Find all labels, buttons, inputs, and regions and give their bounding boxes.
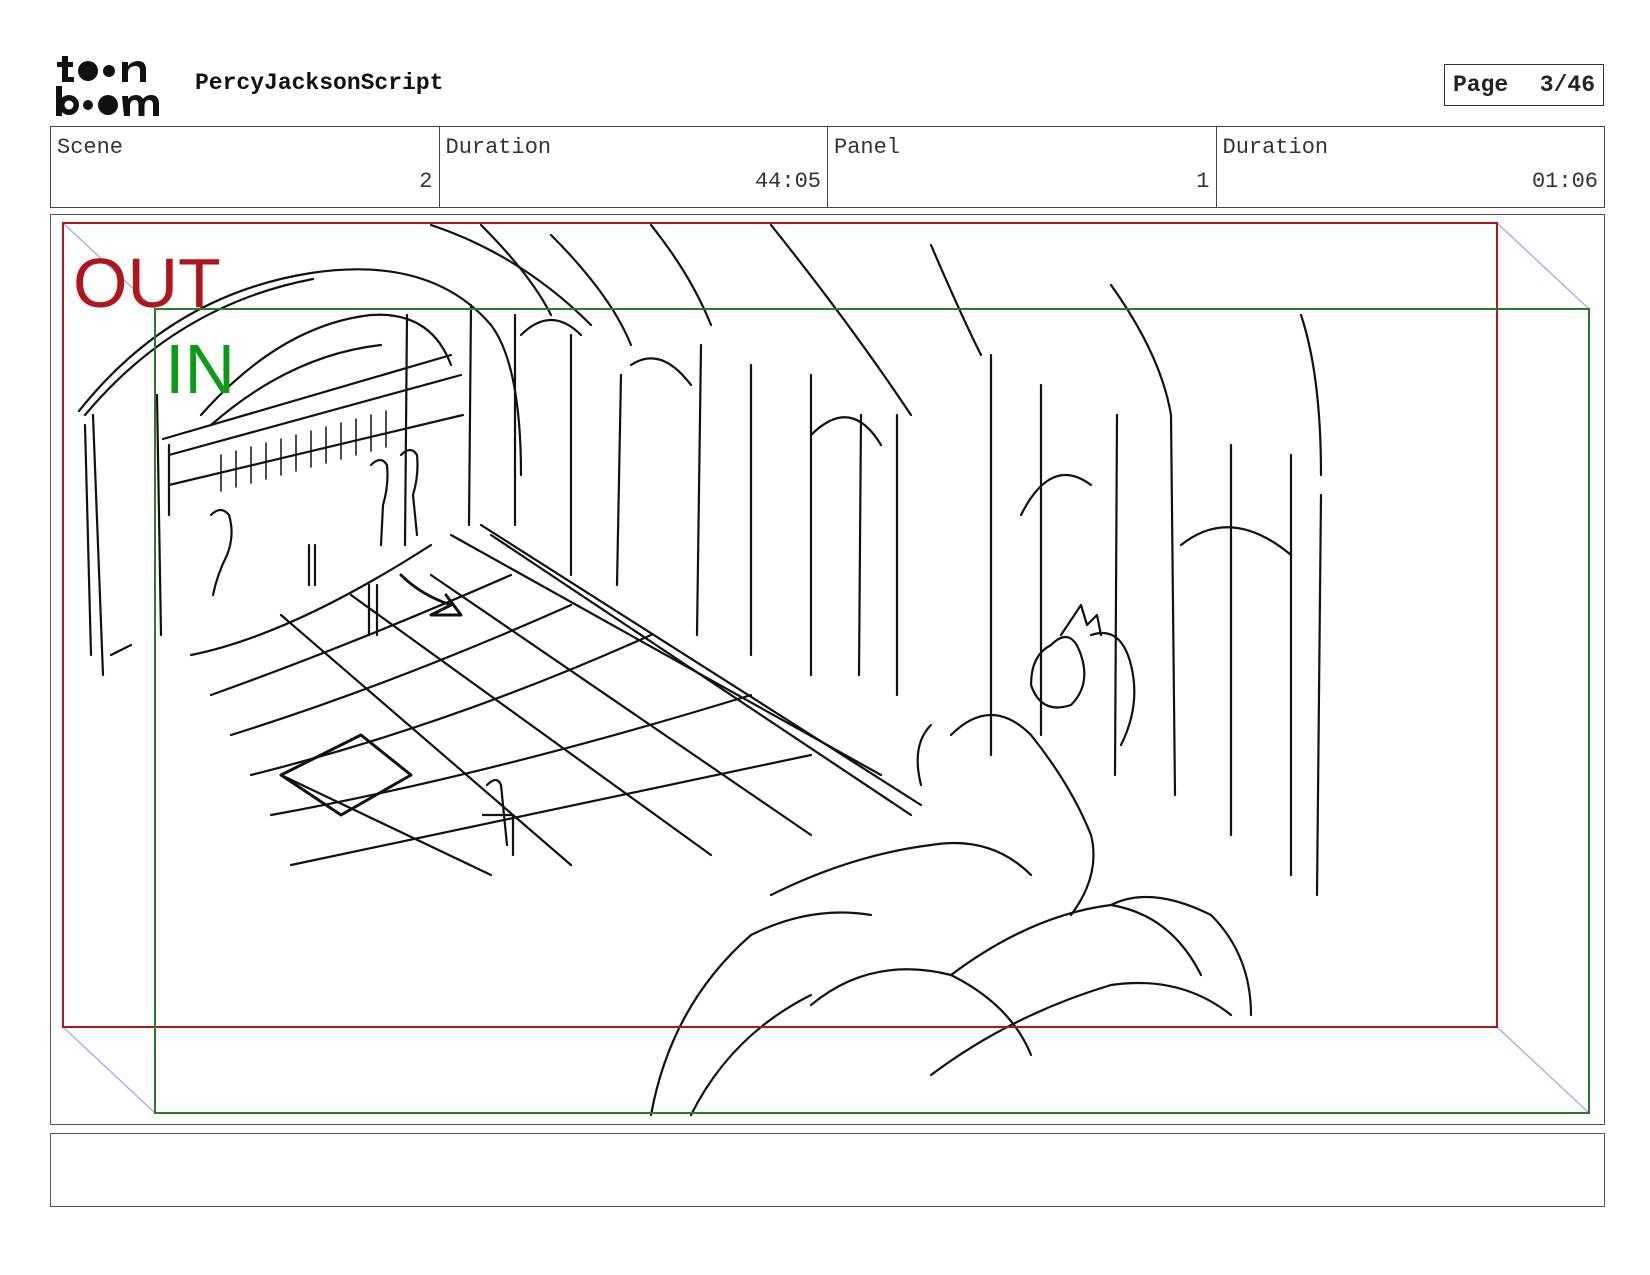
panel-value: 1	[1196, 169, 1210, 194]
panel-cell: Panel 1	[828, 127, 1217, 207]
panel-duration-label: Duration	[1222, 135, 1329, 160]
toon-boom-logo	[56, 56, 159, 116]
scene-label: Scene	[57, 135, 124, 160]
page-indicator: Page 3/46	[1444, 64, 1604, 106]
storyboard-panel: OUT IN	[50, 214, 1605, 1125]
project-title: PercyJacksonScript	[195, 70, 444, 96]
in-label: IN	[165, 330, 235, 408]
storyboard-drawing: OUT IN	[62, 222, 1590, 1117]
panel-duration-value: 01:06	[1531, 169, 1598, 194]
out-frame	[62, 222, 1498, 1028]
hall-sketch	[77, 223, 1323, 1117]
camera-guide-lines	[62, 222, 1590, 1114]
page-label: Page	[1453, 72, 1509, 98]
page-number: 3/46	[1539, 72, 1595, 98]
panel-label: Panel	[834, 135, 901, 160]
panel-duration-cell: Duration 01:06	[1217, 127, 1605, 207]
out-label: OUT	[73, 244, 221, 322]
panel-caption-box[interactable]	[50, 1133, 1605, 1207]
in-frame	[154, 308, 1590, 1114]
scene-duration-cell: Duration 44:05	[440, 127, 828, 207]
scene-value: 2	[419, 169, 433, 194]
scene-duration-value: 44:05	[754, 169, 821, 194]
scene-cell: Scene 2	[51, 127, 440, 207]
panel-info-bar: Scene 2 Duration 44:05 Panel 1 Duration …	[50, 126, 1605, 208]
scene-duration-label: Duration	[445, 135, 552, 160]
